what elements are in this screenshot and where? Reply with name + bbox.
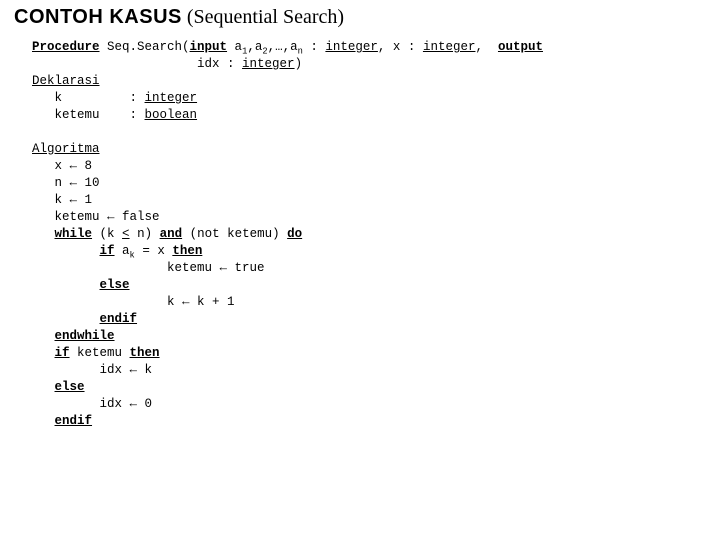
- alg-l6c: = x: [135, 244, 173, 258]
- sig-colon1: :: [303, 40, 326, 54]
- sig-line2-pre: idx :: [32, 57, 242, 71]
- kw-while: while: [55, 227, 93, 241]
- alg-l11a: [32, 329, 55, 343]
- sig-close: ): [295, 57, 303, 71]
- alg-l3: k ← 1: [32, 193, 92, 207]
- alg-l12b: ketemu: [70, 346, 130, 360]
- kw-input: input: [190, 40, 228, 54]
- title-paren-text: (Sequential Search): [187, 6, 344, 28]
- proc-name: Seq.Search(: [100, 40, 190, 54]
- code-block: Procedure Seq.Search(input a1,a2,…,an : …: [14, 39, 706, 430]
- kw-procedure: Procedure: [32, 40, 100, 54]
- alg-l1: x ← 8: [32, 159, 92, 173]
- sig-c1: ,a: [247, 40, 262, 54]
- alg-l13: idx ← k: [32, 363, 152, 377]
- kw-if-2: if: [55, 346, 70, 360]
- decl-ketemu: ketemu: [32, 107, 130, 124]
- kw-endwhile: endwhile: [55, 329, 115, 343]
- alg-l2: n ← 10: [32, 176, 100, 190]
- alg-l7: ketemu ← true: [32, 261, 265, 275]
- kw-then: then: [172, 244, 202, 258]
- kw-if: if: [100, 244, 115, 258]
- kw-output: output: [498, 40, 543, 54]
- alg-l5b: (k: [92, 227, 122, 241]
- alg-l5a: [32, 227, 55, 241]
- alg-l12a: [32, 346, 55, 360]
- kw-endif: endif: [100, 312, 138, 326]
- alg-l6a: [32, 244, 100, 258]
- kw-and: and: [160, 227, 183, 241]
- decl-colon-1: :: [130, 91, 145, 105]
- sig-mid: , x :: [378, 40, 423, 54]
- kw-endif-2: endif: [55, 414, 93, 428]
- alg-l5d: (not ketemu): [182, 227, 287, 241]
- sig-a: a: [227, 40, 242, 54]
- alg-l4: ketemu ← false: [32, 210, 160, 224]
- decl-type-bool: boolean: [145, 108, 198, 122]
- alg-l5c: n): [130, 227, 160, 241]
- title-bold: CONTOH KASUS: [14, 6, 182, 28]
- alg-l15: idx ← 0: [32, 397, 152, 411]
- op-lt: <: [122, 227, 130, 241]
- section-algoritma: Algoritma: [32, 142, 100, 156]
- type-integer-3: integer: [242, 57, 295, 71]
- alg-l6b: a: [115, 244, 130, 258]
- sig-sep: ,: [475, 40, 498, 54]
- kw-do: do: [287, 227, 302, 241]
- alg-l10a: [32, 312, 100, 326]
- alg-l9: k ← k + 1: [32, 295, 235, 309]
- type-integer-2: integer: [423, 40, 476, 54]
- slide: CONTOH KASUS (Sequential Search) Procedu…: [0, 0, 720, 440]
- decl-colon-2: :: [130, 108, 145, 122]
- sig-c2: ,…,a: [268, 40, 298, 54]
- section-deklarasi: Deklarasi: [32, 74, 100, 88]
- kw-then-2: then: [130, 346, 160, 360]
- alg-l8a: [32, 278, 100, 292]
- page-title: CONTOH KASUS (Sequential Search): [14, 6, 706, 29]
- decl-k: k: [32, 90, 130, 107]
- type-integer-1: integer: [325, 40, 378, 54]
- kw-else-2: else: [55, 380, 85, 394]
- alg-l16a: [32, 414, 55, 428]
- kw-else: else: [100, 278, 130, 292]
- decl-type-int: integer: [145, 91, 198, 105]
- alg-l14a: [32, 380, 55, 394]
